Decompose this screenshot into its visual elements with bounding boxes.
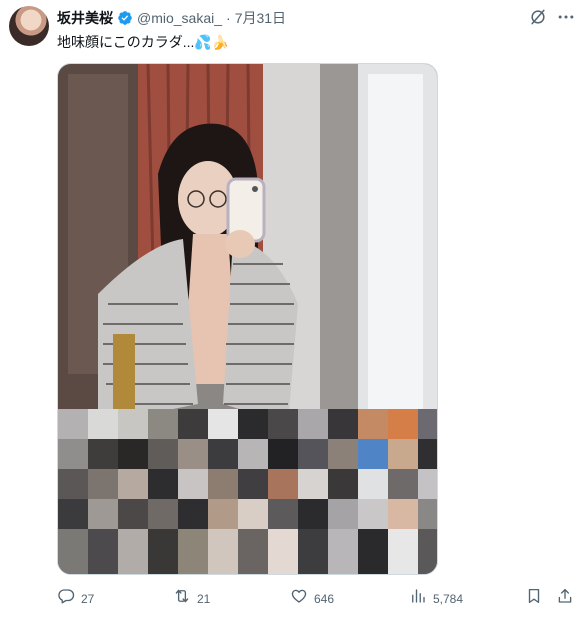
- share-button[interactable]: [556, 587, 574, 611]
- reply-icon: [57, 587, 75, 611]
- retweet-icon: [173, 587, 191, 611]
- views-icon: [409, 587, 427, 611]
- retweet-count: 21: [197, 592, 211, 606]
- bookmark-icon: [525, 587, 543, 611]
- handle[interactable]: @mio_sakai_: [137, 9, 222, 27]
- photo-image: [58, 64, 437, 574]
- like-button[interactable]: 646: [290, 587, 334, 611]
- post-date[interactable]: 7月31日: [235, 9, 286, 27]
- reply-count: 27: [81, 592, 95, 606]
- reply-button[interactable]: 27: [57, 587, 94, 611]
- heart-icon: [290, 587, 308, 611]
- separator-dot: ·: [226, 10, 231, 26]
- verified-badge-icon: [117, 10, 133, 26]
- action-bar: 27 21 646 5,784: [57, 587, 577, 609]
- share-icon: [556, 587, 574, 611]
- like-count: 646: [314, 592, 335, 606]
- views-count: 5,784: [433, 592, 464, 606]
- avatar[interactable]: [9, 6, 49, 46]
- retweet-button[interactable]: 21: [173, 587, 210, 611]
- grok-icon[interactable]: [528, 7, 548, 27]
- tweet[interactable]: 坂井美桜 @mio_sakai_ · 7月31日 地味顔にこのカラダ...💦🍌: [0, 0, 587, 618]
- display-name[interactable]: 坂井美桜: [57, 9, 113, 27]
- views-button[interactable]: 5,784: [409, 587, 463, 611]
- more-icon[interactable]: [556, 7, 576, 27]
- tweet-text: 地味顔にこのカラダ...💦🍌: [57, 34, 230, 50]
- tweet-header: 坂井美桜 @mio_sakai_ · 7月31日: [57, 9, 286, 27]
- tweet-photo[interactable]: [57, 63, 438, 575]
- bookmark-button[interactable]: [525, 587, 543, 611]
